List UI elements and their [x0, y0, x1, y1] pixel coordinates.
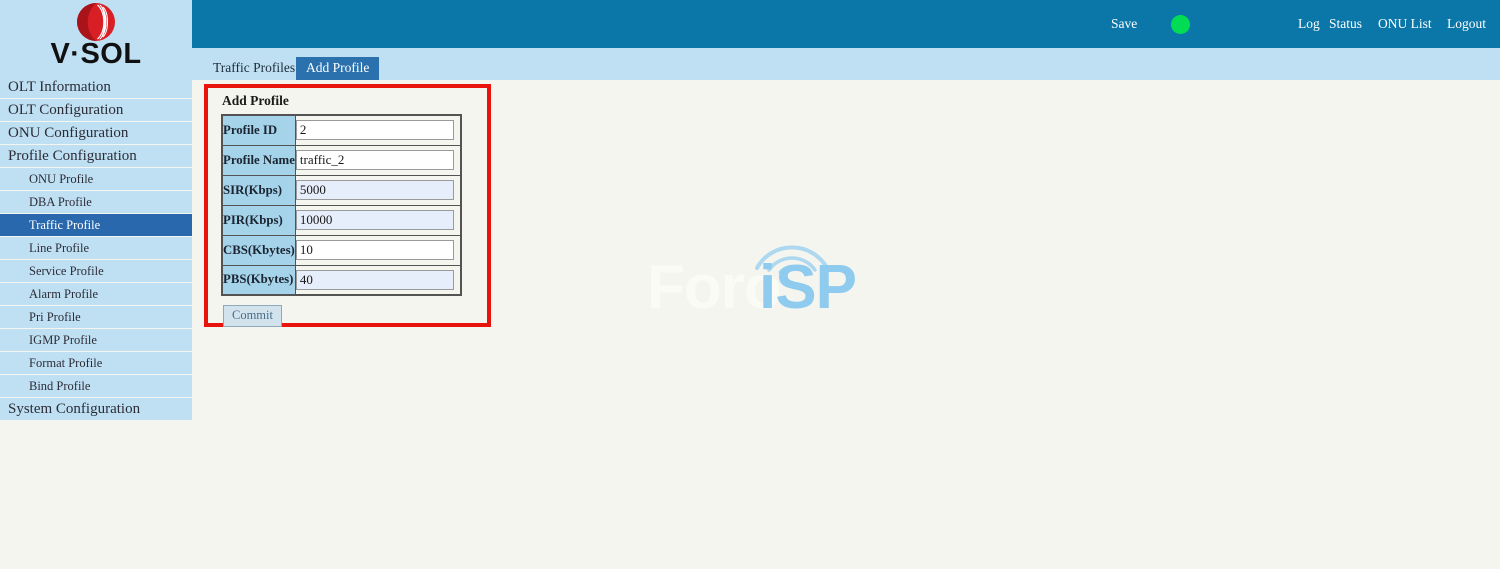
sidebar-item-olt-configuration[interactable]: OLT Configuration: [0, 99, 192, 122]
sidebar-item-traffic-profile[interactable]: Traffic Profile: [0, 214, 192, 237]
sidebar-item-line-profile[interactable]: Line Profile: [0, 237, 192, 260]
field-cell: [294, 144, 462, 176]
add-profile-highlight-box: Add Profile Profile IDProfile NameSIR(Kb…: [204, 84, 491, 327]
wifi-signal-icon: [755, 245, 829, 274]
sidebar-item-dba-profile[interactable]: DBA Profile: [0, 191, 192, 214]
sidebar-item-olt-information[interactable]: OLT Information: [0, 76, 192, 99]
brand-name: V·SOL: [50, 38, 142, 70]
input-pbs-kbytes-[interactable]: [295, 269, 454, 290]
content-area: Foro iSP Add Profile Profile IDProfile N…: [192, 80, 1500, 569]
form-row: CBS(Kbytes): [221, 234, 462, 266]
form-row: Profile ID: [221, 114, 462, 146]
field-label-pbs-kbytes-: PBS(Kbytes): [221, 264, 296, 296]
header-link-log[interactable]: Log: [1298, 16, 1320, 32]
sidebar-nav: OLT Information OLT Configuration ONU Conf…: [0, 76, 192, 421]
field-cell: [294, 204, 462, 236]
tab-add-profile[interactable]: Add Profile: [296, 57, 380, 80]
sidebar-item-system-configuration[interactable]: System Configuration: [0, 398, 192, 421]
foroisp-watermark: Foro iSP: [647, 228, 947, 338]
page-root: V·SOL OLT Information OLT Configuration ON…: [0, 0, 1500, 569]
form-row: SIR(Kbps): [221, 174, 462, 206]
sidebar-item-onu-profile[interactable]: ONU Profile: [0, 168, 192, 191]
form-row: PIR(Kbps): [221, 204, 462, 236]
input-profile-name[interactable]: [295, 150, 454, 170]
field-label-profile-id: Profile ID: [221, 114, 296, 146]
sidebar-item-profile-configuration[interactable]: Profile Configuration: [0, 145, 192, 168]
sidebar-item-bind-profile[interactable]: Bind Profile: [0, 375, 192, 398]
input-pir-kbps-[interactable]: [295, 210, 454, 230]
watermark-text-foro: Foro: [647, 253, 782, 322]
commit-button[interactable]: Commit: [223, 305, 282, 327]
tab-bar: Traffic Profiles Add Profile: [192, 48, 1500, 80]
add-profile-form-table: Profile IDProfile NameSIR(Kbps)PIR(Kbps)…: [221, 114, 463, 296]
header-link-onu-list[interactable]: ONU List: [1378, 16, 1432, 32]
sidebar-item-pri-profile[interactable]: Pri Profile: [0, 306, 192, 329]
form-row: Profile Name: [221, 144, 462, 176]
field-label-pir-kbps-: PIR(Kbps): [221, 204, 296, 236]
sidebar-item-service-profile[interactable]: Service Profile: [0, 260, 192, 283]
tab-traffic-profiles[interactable]: Traffic Profiles: [203, 57, 305, 80]
save-button[interactable]: Save: [1111, 16, 1137, 32]
input-sir-kbps-[interactable]: [295, 180, 454, 200]
sidebar-item-igmp-profile[interactable]: IGMP Profile: [0, 329, 192, 352]
field-label-profile-name: Profile Name: [221, 144, 296, 176]
sidebar-item-format-profile[interactable]: Format Profile: [0, 352, 192, 375]
field-label-sir-kbps-: SIR(Kbps): [221, 174, 296, 206]
field-cell: [294, 234, 462, 266]
header-link-status[interactable]: Status: [1329, 16, 1362, 32]
sidebar-item-onu-configuration[interactable]: ONU Configuration: [0, 122, 192, 145]
green-status-dot-icon: [1171, 15, 1190, 34]
sidebar-item-alarm-profile[interactable]: Alarm Profile: [0, 283, 192, 306]
form-row: PBS(Kbytes): [221, 264, 462, 296]
watermark-text-isp: iSP: [759, 253, 857, 322]
field-label-cbs-kbytes-: CBS(Kbytes): [221, 234, 296, 266]
field-cell: [294, 264, 462, 296]
panel-title: Add Profile: [222, 93, 289, 108]
field-cell: [294, 174, 462, 206]
sidebar: V·SOL OLT Information OLT Configuration ON…: [0, 0, 192, 569]
input-cbs-kbytes-[interactable]: [295, 240, 454, 260]
input-profile-id[interactable]: [295, 120, 454, 141]
logout-button[interactable]: Logout: [1447, 16, 1486, 32]
brand-logo-area: V·SOL: [0, 0, 192, 76]
top-header-bar: Save Log Status ONU List Logout: [192, 0, 1500, 48]
field-cell: [294, 114, 462, 146]
vsol-circle-logo-icon: [77, 3, 115, 41]
